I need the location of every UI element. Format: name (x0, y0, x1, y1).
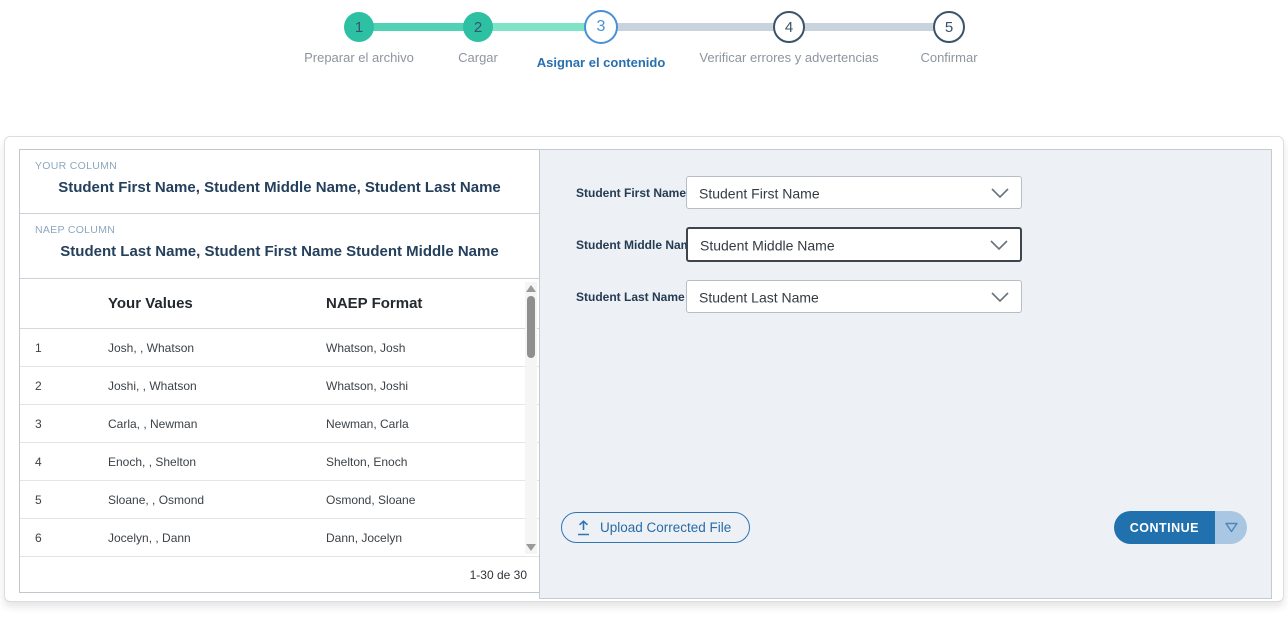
table-footer: 1-30 de 30 (20, 557, 539, 592)
naep-column-value: Student Last Name, Student First Name St… (35, 243, 524, 260)
table-scrollbar[interactable] (525, 282, 537, 554)
your-value-cell: Sloane, , Osmond (108, 493, 204, 507)
scroll-up-icon[interactable] (526, 285, 536, 292)
field-row-student-first-name: Student First Name Student First Name (540, 176, 1271, 209)
table-row: 1 Josh, , Whatson Whatson, Josh (20, 329, 539, 367)
table-row: 4 Enoch, , Shelton Shelton, Enoch (20, 443, 539, 481)
continue-split-button: CONTINUE (1114, 511, 1247, 544)
upload-corrected-file-button[interactable]: Upload Corrected File (561, 512, 750, 543)
continue-button[interactable]: CONTINUE (1114, 511, 1215, 544)
stepper-connector-2 (479, 23, 601, 31)
your-value-cell: Carla, , Newman (108, 417, 197, 431)
triangle-down-icon (1224, 522, 1239, 533)
dropdown-selected-value: Student Middle Name (700, 237, 835, 253)
stepper-connector-1 (360, 23, 478, 31)
step-5-circle[interactable]: 5 (933, 11, 965, 43)
field-assignment-panel: Student First Name Student First Name St… (539, 149, 1272, 599)
your-value-cell: Josh, , Whatson (108, 341, 194, 355)
row-number: 3 (35, 417, 42, 431)
your-column-value: Student First Name, Student Middle Name,… (35, 179, 524, 196)
naep-format-header: NAEP Format (326, 295, 422, 312)
your-value-cell: Joshi, , Whatson (108, 379, 197, 393)
table-row: 6 Jocelyn, , Dann Dann, Jocelyn (20, 519, 539, 557)
row-number: 2 (35, 379, 42, 393)
dropdown-student-middle-name[interactable]: Student Middle Name (686, 227, 1022, 262)
table-row: 5 Sloane, , Osmond Osmond, Sloane (20, 481, 539, 519)
dropdown-student-last-name[interactable]: Student Last Name (686, 280, 1022, 313)
upload-icon (576, 520, 591, 536)
step-4-circle[interactable]: 4 (773, 11, 805, 43)
field-row-student-last-name: Student Last Name Student Last Name (540, 280, 1271, 313)
table-row: 3 Carla, , Newman Newman, Carla (20, 405, 539, 443)
dropdown-student-first-name[interactable]: Student First Name (686, 176, 1022, 209)
naep-column-section: NAEP COLUMN Student Last Name, Student F… (20, 214, 539, 279)
field-row-student-middle-name: Student Middle Name Student Middle Name (540, 228, 1271, 261)
assign-content-card: YOUR COLUMN Student First Name, Student … (4, 136, 1284, 602)
values-table: Your Values NAEP Format 1 Josh, , Whatso… (20, 279, 539, 557)
your-column-label: YOUR COLUMN (35, 160, 524, 172)
scroll-down-icon[interactable] (526, 544, 536, 551)
values-table-header: Your Values NAEP Format (20, 279, 539, 329)
naep-column-label: NAEP COLUMN (35, 224, 524, 236)
column-mapping-panel: YOUR COLUMN Student First Name, Student … (19, 149, 540, 593)
step-1-label: Preparar el archivo (304, 50, 414, 65)
dropdown-selected-value: Student First Name (699, 185, 820, 201)
row-number: 1 (35, 341, 42, 355)
upload-button-label: Upload Corrected File (600, 520, 731, 535)
chevron-down-icon (991, 292, 1009, 302)
step-2-circle[interactable]: 2 (463, 12, 493, 42)
your-value-cell: Enoch, , Shelton (108, 455, 196, 469)
your-column-section: YOUR COLUMN Student First Name, Student … (20, 150, 539, 214)
naep-format-cell: Whatson, Joshi (326, 379, 408, 393)
dropdown-selected-value: Student Last Name (699, 289, 819, 305)
field-label-student-last-name: Student Last Name (576, 290, 685, 304)
your-value-cell: Jocelyn, , Dann (108, 531, 191, 545)
stepper-connector-3 (603, 23, 789, 31)
table-row: 2 Joshi, , Whatson Whatson, Joshi (20, 367, 539, 405)
naep-format-cell: Newman, Carla (326, 417, 409, 431)
step-1-circle[interactable]: 1 (344, 12, 374, 42)
naep-format-cell: Whatson, Josh (326, 341, 405, 355)
wizard-stepper: 1 Preparar el archivo 2 Cargar 3 Asignar… (0, 0, 1288, 90)
step-4-label: Verificar errores y advertencias (699, 50, 878, 65)
naep-format-cell: Shelton, Enoch (326, 455, 407, 469)
step-2-label: Cargar (458, 50, 498, 65)
field-label-student-first-name: Student First Name (576, 186, 686, 200)
naep-format-cell: Osmond, Sloane (326, 493, 415, 507)
pagination-label: 1-30 de 30 (470, 568, 527, 582)
row-number: 6 (35, 531, 42, 545)
scrollbar-thumb[interactable] (527, 296, 535, 358)
field-label-student-middle-name: Student Middle Name (576, 238, 698, 252)
step-5-label: Confirmar (920, 50, 977, 65)
step-3-circle[interactable]: 3 (584, 10, 618, 44)
naep-format-cell: Dann, Jocelyn (326, 531, 402, 545)
row-number: 5 (35, 493, 42, 507)
continue-dropdown-toggle[interactable] (1215, 511, 1247, 544)
your-values-header: Your Values (108, 295, 193, 312)
step-3-label: Asignar el contenido (537, 55, 666, 70)
row-number: 4 (35, 455, 42, 469)
chevron-down-icon (991, 188, 1009, 198)
chevron-down-icon (990, 240, 1008, 250)
stepper-connector-4 (790, 23, 949, 31)
